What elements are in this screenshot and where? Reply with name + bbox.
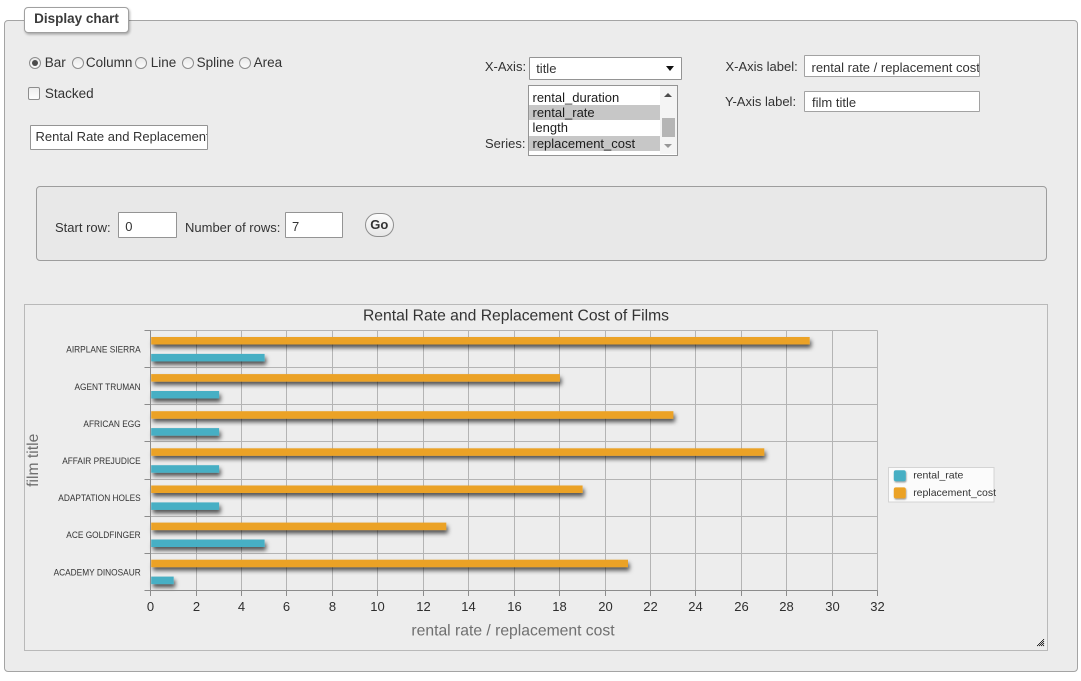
svg-text:ACE GOLDFINGER: ACE GOLDFINGER xyxy=(66,530,141,541)
svg-text:2: 2 xyxy=(193,599,200,614)
svg-text:AIRPLANE SIERRA: AIRPLANE SIERRA xyxy=(66,345,141,356)
svg-text:16: 16 xyxy=(507,599,521,614)
svg-text:0: 0 xyxy=(147,599,154,614)
svg-text:replacement_cost: replacement_cost xyxy=(913,487,996,499)
svg-text:22: 22 xyxy=(643,599,657,614)
svg-text:Rental Rate and Replacement Co: Rental Rate and Replacement Cost of Film… xyxy=(363,308,669,325)
svg-text:24: 24 xyxy=(688,599,702,614)
svg-text:6: 6 xyxy=(283,599,290,614)
svg-text:14: 14 xyxy=(461,599,475,614)
svg-text:ADAPTATION HOLES: ADAPTATION HOLES xyxy=(58,493,140,504)
svg-text:4: 4 xyxy=(238,599,245,614)
svg-text:32: 32 xyxy=(870,599,884,614)
svg-text:8: 8 xyxy=(329,599,336,614)
svg-text:rental rate / replacement cost: rental rate / replacement cost xyxy=(411,622,615,639)
svg-text:28: 28 xyxy=(779,599,793,614)
svg-text:12: 12 xyxy=(416,599,430,614)
svg-text:18: 18 xyxy=(552,599,566,614)
svg-text:ACADEMY DINOSAUR: ACADEMY DINOSAUR xyxy=(54,567,141,578)
svg-text:20: 20 xyxy=(598,599,612,614)
svg-text:rental_rate: rental_rate xyxy=(913,470,963,482)
svg-text:30: 30 xyxy=(825,599,839,614)
svg-text:AGENT TRUMAN: AGENT TRUMAN xyxy=(75,382,141,393)
svg-text:26: 26 xyxy=(734,599,748,614)
svg-text:film title: film title xyxy=(25,433,42,486)
svg-text:AFRICAN EGG: AFRICAN EGG xyxy=(83,419,140,430)
svg-text:AFFAIR PREJUDICE: AFFAIR PREJUDICE xyxy=(62,456,141,467)
svg-text:10: 10 xyxy=(370,599,384,614)
